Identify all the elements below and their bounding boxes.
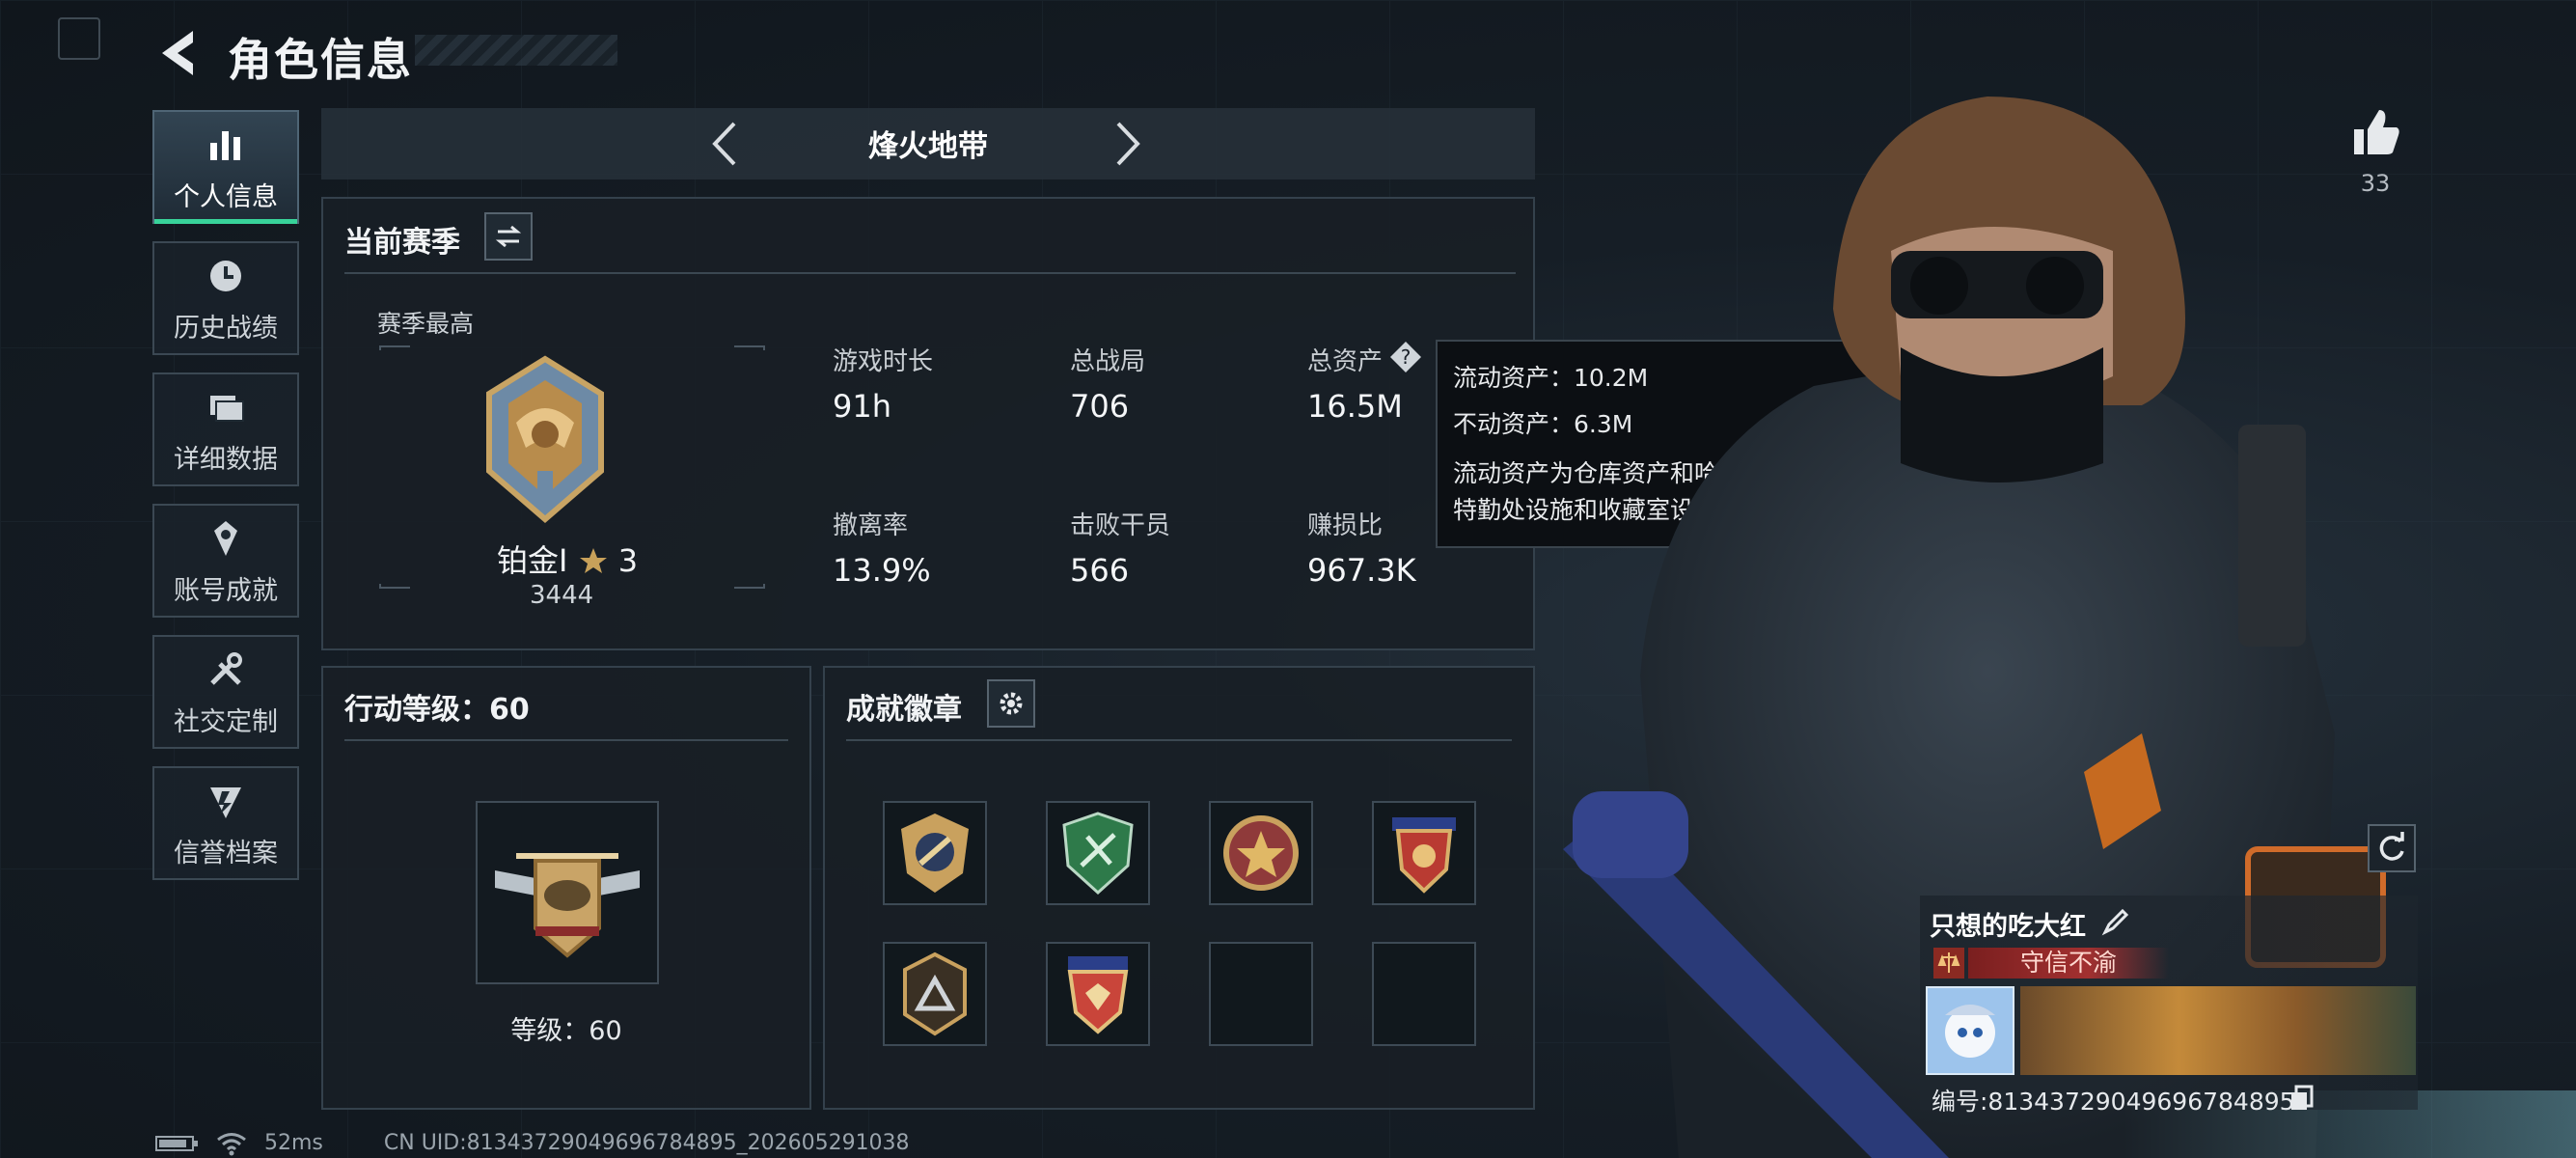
star-icon — [579, 548, 607, 573]
rank-name-text: 铂金Ⅰ — [497, 542, 568, 579]
helicopter-emblem-icon — [495, 853, 640, 958]
achievement-badge[interactable] — [1046, 801, 1150, 905]
stat-label: 总资产 — [1307, 347, 1384, 376]
stat-value: 706 — [1070, 388, 1130, 425]
player-name: 只想的吃大红 — [1930, 912, 2086, 942]
bar-chart-icon — [210, 130, 240, 160]
achievement-slot-empty[interactable] — [1372, 942, 1476, 1046]
stat-label: 赚损比 — [1307, 511, 1384, 540]
like-count: 33 — [2360, 170, 2391, 197]
shield-icon — [210, 786, 241, 818]
stat-label: 击败干员 — [1070, 511, 1171, 540]
name-card-banner[interactable] — [2020, 986, 2416, 1075]
stat-label: 游戏时长 — [833, 347, 934, 376]
badge-4-icon — [1392, 817, 1456, 894]
nav-label: 社交定制 — [174, 706, 278, 737]
svg-text:?: ? — [1401, 345, 1411, 369]
wifi-icon — [217, 1133, 246, 1156]
nav-label: 账号成就 — [174, 575, 278, 606]
gear-icon — [1000, 692, 1023, 715]
thumbs-up-icon[interactable] — [2348, 104, 2402, 158]
achievements-settings-button[interactable] — [987, 679, 1035, 728]
nav-label: 信誉档案 — [174, 838, 278, 868]
achievement-badge[interactable] — [883, 801, 987, 905]
achievements-panel: 成就徽章 — [823, 666, 1535, 1110]
stat-value: 16.5M — [1307, 388, 1403, 425]
stat-value: 13.9% — [833, 552, 931, 589]
rank-emblem-icon — [486, 355, 604, 523]
action-level-panel: 行动等级：60 等级：60 — [321, 666, 811, 1110]
page-title: 角色信息 — [228, 34, 413, 86]
badge-2-icon — [1062, 812, 1134, 896]
achievement-slot-empty[interactable] — [1209, 942, 1313, 1046]
stat-label: 总战局 — [1070, 347, 1146, 376]
divider — [344, 272, 1516, 274]
uid-text: CN UID:8134372904969678489​5_20260529103… — [383, 1131, 910, 1155]
nav-label: 历史战绩 — [174, 313, 278, 344]
nav-label: 个人信息 — [174, 181, 278, 212]
title-stripe-decoration — [415, 35, 617, 66]
medal-icon — [214, 520, 237, 556]
badge-3-icon — [1223, 815, 1299, 891]
achievement-badge[interactable] — [1046, 942, 1150, 1046]
achievement-badge[interactable] — [883, 942, 987, 1046]
level-emblem-frame — [476, 801, 659, 984]
nav-item-detailed-data[interactable]: 详细数据 — [152, 372, 299, 486]
badge-1-icon — [901, 813, 969, 893]
season-label: 当前赛季 — [344, 226, 460, 260]
swap-icon — [495, 225, 522, 248]
nav-item-personal-info[interactable]: 个人信息 — [152, 110, 299, 224]
badge-5-icon — [903, 951, 967, 1036]
back-arrow-icon[interactable] — [154, 27, 197, 79]
next-mode-icon[interactable] — [1114, 120, 1143, 168]
rank-stars: 3 — [617, 542, 639, 579]
edit-pencil-icon[interactable] — [2101, 907, 2130, 936]
avatar[interactable] — [1926, 986, 2014, 1075]
achievement-badge[interactable] — [1372, 801, 1476, 905]
badge-6-icon — [1067, 956, 1129, 1034]
clock-icon — [210, 260, 241, 291]
divider — [846, 739, 1512, 741]
nav-item-history[interactable]: 历史战绩 — [152, 241, 299, 355]
help-icon[interactable]: ? — [1388, 340, 1423, 374]
rank-score: 3444 — [530, 581, 594, 610]
rank-name: 铂金Ⅰ 3 — [497, 537, 638, 581]
season-best-label: 赛季最高 — [377, 310, 475, 338]
folder-icon — [210, 395, 244, 422]
divider — [344, 739, 788, 741]
achievements-label: 成就徽章 — [846, 693, 962, 727]
nav-item-achievements[interactable]: 账号成就 — [152, 504, 299, 618]
corner-decoration-icon — [58, 17, 100, 60]
nav-label: 详细数据 — [174, 444, 278, 475]
credit-motto: 守信不渝 — [1968, 948, 2169, 979]
mode-name: 烽火地带 — [868, 129, 988, 164]
achievement-badge[interactable] — [1209, 801, 1313, 905]
stat-value: 967.3K — [1307, 552, 1416, 589]
nav-item-social-custom[interactable]: 社交定制 — [152, 635, 299, 749]
mode-selector: 烽火地带 — [321, 108, 1535, 179]
tools-icon — [210, 651, 242, 685]
ping-value: 52ms — [264, 1131, 323, 1155]
season-switch-button[interactable] — [484, 212, 533, 261]
player-id: 编号:8134372904969678489​5 — [1932, 1088, 2295, 1116]
stat-label: 撤离率 — [833, 511, 909, 540]
credit-scale-icon — [1933, 948, 1964, 979]
stat-value: 91h — [833, 388, 891, 425]
season-panel: 当前赛季 赛季最高 铂金Ⅰ 3 3444 游戏时长 91h 总战局 706 总资… — [321, 197, 1535, 650]
copy-icon[interactable] — [2288, 1085, 2316, 1112]
refresh-button[interactable] — [2368, 824, 2416, 872]
battery-icon — [155, 1136, 198, 1151]
refresh-icon — [2379, 832, 2404, 861]
level-text: 等级：60 — [510, 1016, 622, 1046]
stat-value: 566 — [1070, 552, 1130, 589]
status-bar: 52ms CN UID:8134372904969678489​5_202605… — [154, 1131, 910, 1156]
action-level-label: 行动等级：60 — [344, 693, 530, 727]
nav-item-credit-file[interactable]: 信誉档案 — [152, 766, 299, 880]
